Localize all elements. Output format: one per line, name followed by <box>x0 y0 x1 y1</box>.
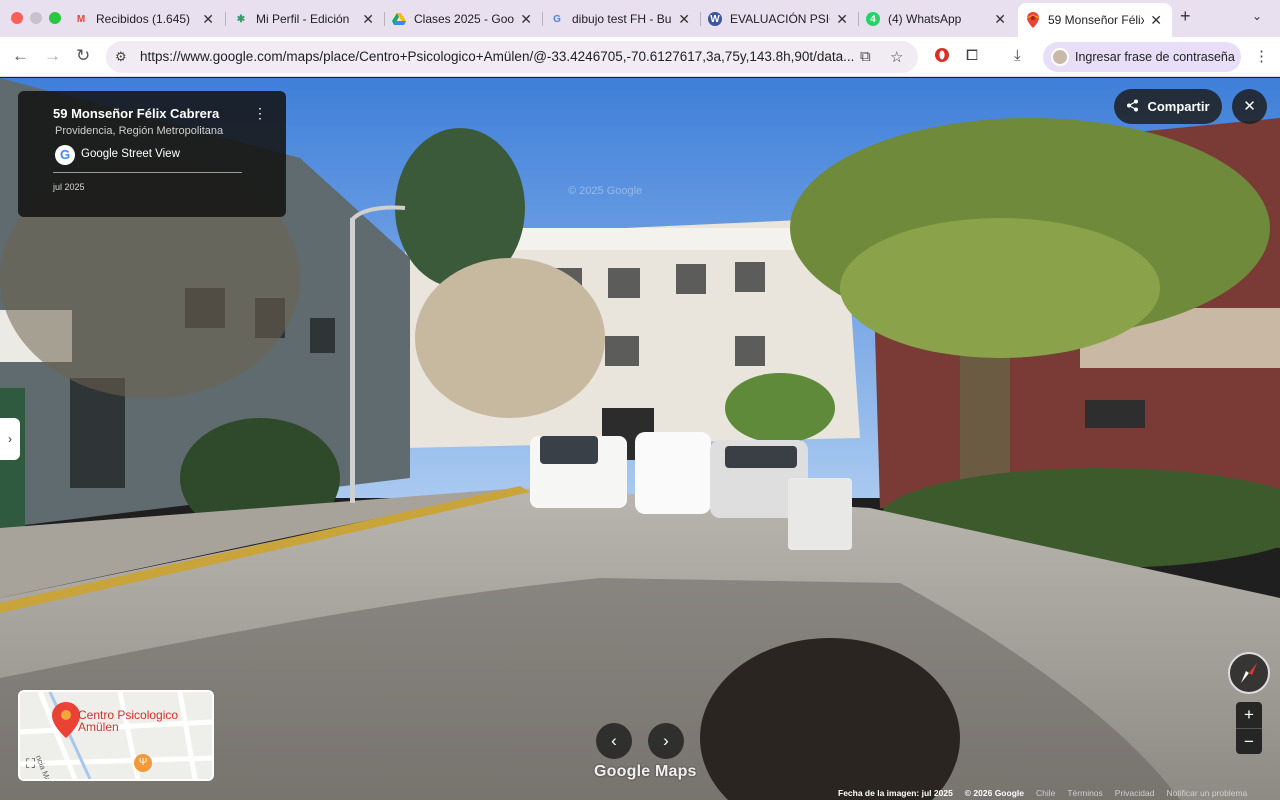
google-logo-icon: G <box>55 145 75 165</box>
tab-dibujo-test[interactable]: G dibujo test FH - Bu ✕ <box>542 5 700 33</box>
tab-street-view[interactable]: 59 Monseñor Félix ✕ <box>1018 3 1172 37</box>
google-maps-icon <box>1026 12 1040 28</box>
tab-close-icon[interactable]: ✕ <box>520 11 532 28</box>
zoom-out-button[interactable]: − <box>1236 728 1262 754</box>
google-icon: G <box>553 13 561 25</box>
compass-button[interactable] <box>1228 652 1270 694</box>
address-bar[interactable]: ⚙ https://www.google.com/maps/place/Cent… <box>106 41 918 73</box>
forward-icon[interactable]: → <box>44 46 61 66</box>
close-icon: ✕ <box>1243 98 1256 115</box>
tab-close-icon[interactable]: ✕ <box>1150 12 1162 29</box>
minimap-place-label: Centro Psicologico Amülen <box>78 708 179 734</box>
street-view-source: Google Street View <box>81 148 180 160</box>
site-settings-icon[interactable]: ⚙ <box>115 49 127 65</box>
window-fullscreen-control[interactable] <box>49 12 61 24</box>
privacy-link[interactable]: Privacidad <box>1115 788 1155 800</box>
new-tab-icon[interactable]: + <box>1180 6 1191 27</box>
tab-mi-perfil[interactable]: ✱ Mi Perfil - Edición ✕ <box>226 5 384 33</box>
terms-link[interactable]: Términos <box>1067 788 1102 800</box>
tab-close-icon[interactable]: ✕ <box>678 11 690 28</box>
tab-close-icon[interactable]: ✕ <box>994 11 1006 28</box>
tab-whatsapp[interactable]: 4 (4) WhatsApp ✕ <box>858 5 1016 33</box>
chevron-left-icon: ‹ <box>611 731 617 750</box>
chevron-right-icon: › <box>8 432 12 446</box>
location-region: Providencia, Región Metropolitana <box>55 125 224 137</box>
extension-opera-icon[interactable] <box>934 47 950 67</box>
minimap-map <box>20 692 212 779</box>
url-text[interactable]: https://www.google.com/maps/place/Centro… <box>140 49 855 64</box>
whatsapp-icon: 4 <box>866 12 880 26</box>
location-info-card: 59 Monseñor Félix Cabrera ⋮ Providencia,… <box>18 91 286 217</box>
password-pill-button[interactable]: Ingresar frase de contraseña <box>1043 42 1241 72</box>
street-view-footer: Fecha de la imagen: jul 2025 © 2026 Goog… <box>838 788 1247 800</box>
extensions-puzzle-icon[interactable]: ⧠ <box>966 47 978 64</box>
share-icon <box>1126 99 1139 115</box>
tab-close-icon[interactable]: ✕ <box>836 11 848 28</box>
capture-date: jul 2025 <box>53 182 85 192</box>
tab-search-chevron-icon[interactable]: ⌄ <box>1252 9 1262 23</box>
browser-toolbar: ← → ↻ ⚙ https://www.google.com/maps/plac… <box>0 37 1280 77</box>
bookmark-star-icon[interactable]: ☆ <box>890 48 903 66</box>
info-divider <box>53 172 242 173</box>
tab-evaluacion[interactable]: W EVALUACIÓN PSIC ✕ <box>700 5 858 33</box>
tab-strip: M Recibidos (1.645) ✕ ✱ Mi Perfil - Edic… <box>0 0 1280 37</box>
compass-icon <box>1241 663 1257 683</box>
tab-clases-2025[interactable]: Clases 2025 - Goo ✕ <box>384 5 542 33</box>
browser-menu-icon[interactable]: ⋮ <box>1254 47 1269 65</box>
window-minimize-control[interactable] <box>30 12 42 24</box>
location-address: 59 Monseñor Félix Cabrera <box>53 106 220 121</box>
chevron-right-icon: › <box>663 731 669 750</box>
password-pill-label: Ingresar frase de contraseña <box>1075 50 1235 64</box>
google-maps-logo: Google Maps <box>594 763 697 780</box>
avatar <box>1051 48 1069 66</box>
image-date-text: Fecha de la imagen: jul 2025 <box>838 788 953 798</box>
gmail-icon: M <box>76 13 86 25</box>
app-icon: ✱ <box>236 13 246 25</box>
map-pin-icon <box>52 702 80 738</box>
wordpress-icon: W <box>708 12 722 26</box>
expand-side-panel-button[interactable]: › <box>0 418 20 460</box>
window-close-control[interactable] <box>11 12 23 24</box>
more-options-icon[interactable]: ⋮ <box>253 105 267 122</box>
install-app-icon[interactable]: ⧉ <box>860 48 871 65</box>
restaurant-icon: Ψ <box>134 754 152 772</box>
back-icon[interactable]: ← <box>12 46 29 66</box>
downloads-icon[interactable]: ⤓ <box>1014 47 1021 64</box>
share-button[interactable]: Compartir <box>1114 89 1222 124</box>
minimap[interactable]: Centro Psicologico Amülen Ψ ncia Marc ⛶ <box>18 690 214 781</box>
tab-close-icon[interactable]: ✕ <box>202 11 214 28</box>
previous-image-button[interactable]: ‹ <box>596 723 632 759</box>
next-image-button[interactable]: › <box>648 723 684 759</box>
tab-gmail[interactable]: M Recibidos (1.645) ✕ <box>66 5 224 33</box>
image-watermark: © 2025 Google <box>568 185 643 197</box>
close-street-view-button[interactable]: ✕ <box>1232 89 1267 124</box>
reload-icon[interactable]: ↻ <box>76 46 90 66</box>
tab-close-icon[interactable]: ✕ <box>362 11 374 28</box>
zoom-in-button[interactable]: + <box>1236 702 1262 728</box>
country-link[interactable]: Chile <box>1036 788 1055 800</box>
copyright-text: © 2026 Google <box>964 788 1024 798</box>
fullscreen-icon[interactable]: ⛶ <box>26 756 46 776</box>
google-drive-icon <box>392 12 406 26</box>
street-view-panorama[interactable]: © 2025 Google 59 Monseñor Félix Cabrera … <box>0 78 1280 800</box>
share-label: Compartir <box>1147 99 1210 114</box>
report-problem-link[interactable]: Notificar un problema <box>1166 788 1247 800</box>
